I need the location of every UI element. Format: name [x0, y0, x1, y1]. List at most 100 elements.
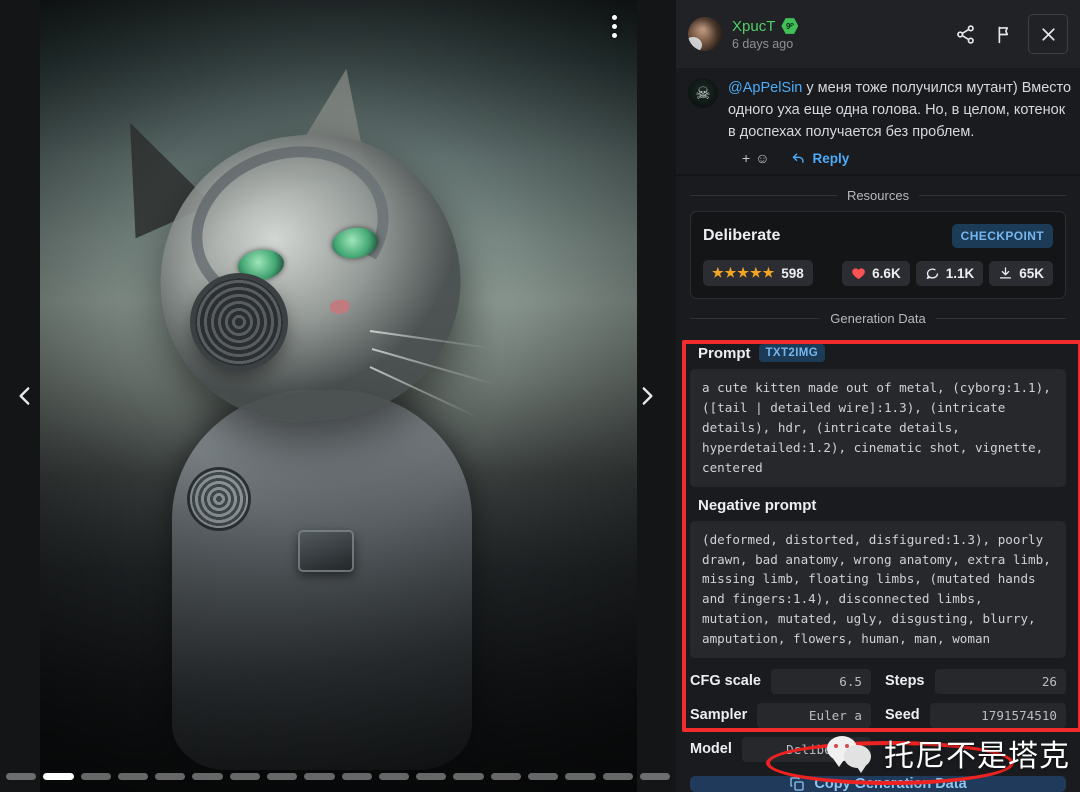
vertical-dots-icon[interactable]: [600, 8, 628, 44]
param-value[interactable]: Euler a: [757, 702, 871, 728]
comment-line-1: @ApPelSin у меня тоже получился мутант) …: [728, 78, 1072, 100]
likes-badge[interactable]: 6.6K: [842, 260, 910, 286]
smiley-icon: ☺: [755, 150, 770, 167]
carousel-segment[interactable]: [266, 773, 298, 780]
param-key: Model: [690, 741, 732, 757]
rule-right: [919, 195, 1067, 197]
carousel-segment[interactable]: [341, 773, 372, 780]
prompt-label-row: Prompt TXT2IMG: [690, 334, 1066, 369]
copy-generation-data-button[interactable]: Copy Generation Data: [690, 776, 1066, 792]
carousel-segment[interactable]: [229, 773, 260, 780]
negative-prompt-text[interactable]: (deformed, distorted, disfigured:1.3), p…: [690, 520, 1066, 658]
carousel-segment[interactable]: [378, 773, 410, 780]
comment-body: @ApPelSin у меня тоже получился мутант) …: [728, 78, 1072, 166]
comment-bubble-icon: [926, 268, 938, 279]
rule-left: [690, 195, 837, 197]
carousel-indicator[interactable]: [0, 773, 676, 780]
param-key: Sampler: [690, 707, 748, 723]
carousel-segment[interactable]: [602, 773, 633, 780]
carousel-segment[interactable]: [117, 773, 149, 780]
comments-badge[interactable]: 1.1K: [915, 260, 984, 286]
detail-side-panel: XpucT 9ᴾ 6 days ago ☠ @ApPelSin у меня т…: [676, 0, 1080, 792]
user-block: XpucT 9ᴾ 6 days ago: [732, 18, 938, 51]
resource-name[interactable]: Deliberate: [703, 227, 780, 245]
prompt-label: Prompt: [698, 344, 751, 362]
green-hex-badge: 9ᴾ: [781, 18, 799, 34]
param-row: Seed 1791574510: [885, 698, 1066, 732]
avatar[interactable]: [688, 17, 722, 51]
image-vignette: [40, 0, 637, 792]
resource-type-badge: CHECKPOINT: [951, 224, 1053, 249]
image-viewer: [0, 0, 676, 792]
image-detail-page: XpucT 9ᴾ 6 days ago ☠ @ApPelSin у меня т…: [0, 0, 1080, 792]
negative-prompt-label-row: Negative prompt: [690, 487, 1066, 521]
param-key: Seed: [885, 707, 920, 723]
carousel-segment[interactable]: [304, 773, 335, 780]
commenter-avatar[interactable]: [688, 78, 718, 108]
carousel-segment[interactable]: [565, 773, 596, 780]
resource-card-stats: ★★★★★ 598 6.6K 1.1K 65K: [703, 260, 1053, 287]
carousel-segment[interactable]: [192, 773, 223, 780]
copy-button-label: Copy Generation Data: [814, 776, 967, 792]
reply-button[interactable]: Reply: [791, 151, 849, 166]
add-reaction-button[interactable]: + ☺: [742, 150, 769, 166]
copy-icon: [790, 777, 805, 791]
rule-right: [935, 318, 1066, 320]
param-key: CFG scale: [690, 673, 761, 689]
carousel-segment[interactable]: [43, 773, 74, 780]
header-actions: [948, 14, 1068, 54]
carousel-segment[interactable]: [80, 773, 111, 780]
param-row: Steps 26: [885, 664, 1066, 698]
param-value[interactable]: 1791574510: [929, 702, 1066, 728]
generation-section-label: Generation Data: [676, 299, 1080, 334]
likes-count: 6.6K: [872, 265, 901, 281]
carousel-segment[interactable]: [416, 773, 447, 780]
rating-count: 598: [781, 265, 804, 281]
carousel-segment[interactable]: [155, 773, 186, 780]
comment-line-2: одного уха еще одна голова. Но, в целом,…: [728, 101, 1066, 118]
flag-icon[interactable]: [988, 17, 1022, 51]
timestamp: 6 days ago: [732, 36, 794, 51]
download-icon: [1000, 266, 1012, 279]
param-value[interactable]: 26: [934, 668, 1066, 694]
param-row: CFG scale 6.5: [690, 664, 871, 698]
user-mention[interactable]: @ApPelSin: [728, 80, 802, 96]
resource-card[interactable]: Deliberate CHECKPOINT ★★★★★ 598 6.6K 1.1…: [690, 211, 1066, 300]
comment-text-1: у меня тоже получился мутант) Вместо: [802, 80, 1072, 96]
resources-title: Resources: [846, 188, 910, 204]
param-key: Steps: [885, 673, 925, 689]
generated-image[interactable]: [40, 0, 637, 792]
carousel-segment[interactable]: [490, 773, 521, 780]
share-icon[interactable]: [948, 17, 982, 51]
negative-prompt-label: Negative prompt: [698, 496, 817, 514]
downloads-badge[interactable]: 65K: [989, 260, 1053, 286]
carousel-segment[interactable]: [639, 773, 671, 780]
chevron-right-icon[interactable]: [626, 368, 668, 424]
generation-params-grid: CFG scale 6.5 Steps 26 Sampler Euler a Seed 179…: [690, 658, 1066, 766]
engagement-stats: 6.6K 1.1K 65K: [842, 260, 1053, 286]
txt2img-tag: TXT2IMG: [758, 344, 826, 363]
rating-badge[interactable]: ★★★★★ 598: [703, 260, 813, 287]
comments-count: 1.1K: [945, 265, 975, 281]
comment-thread: @ApPelSin у меня тоже получился мутант) …: [676, 68, 1080, 175]
resources-section-label: Resources: [676, 176, 1080, 211]
carousel-segment[interactable]: [6, 773, 37, 780]
rule-left: [690, 318, 821, 320]
carousel-segment[interactable]: [527, 773, 559, 780]
downloads-count: 65K: [1019, 265, 1044, 281]
close-icon[interactable]: [1028, 14, 1068, 54]
carousel-segment[interactable]: [453, 773, 484, 780]
prompt-text[interactable]: a cute kitten made out of metal, (cyborg…: [690, 369, 1066, 487]
param-row: Model Deliberate: [690, 732, 871, 766]
chevron-left-icon[interactable]: [4, 368, 46, 424]
param-value[interactable]: Deliberate: [741, 736, 871, 762]
param-row: Sampler Euler a: [690, 698, 871, 732]
heart-icon: [852, 268, 866, 279]
generation-title: Generation Data: [830, 311, 926, 327]
comment-actions: + ☺ Reply: [728, 150, 1068, 166]
param-value[interactable]: 6.5: [770, 668, 871, 694]
comment-item: @ApPelSin у меня тоже получился мутант) …: [688, 78, 1072, 166]
panel-header: XpucT 9ᴾ 6 days ago: [676, 0, 1080, 68]
username[interactable]: XpucT: [732, 18, 775, 35]
plus-icon: +: [742, 150, 751, 167]
